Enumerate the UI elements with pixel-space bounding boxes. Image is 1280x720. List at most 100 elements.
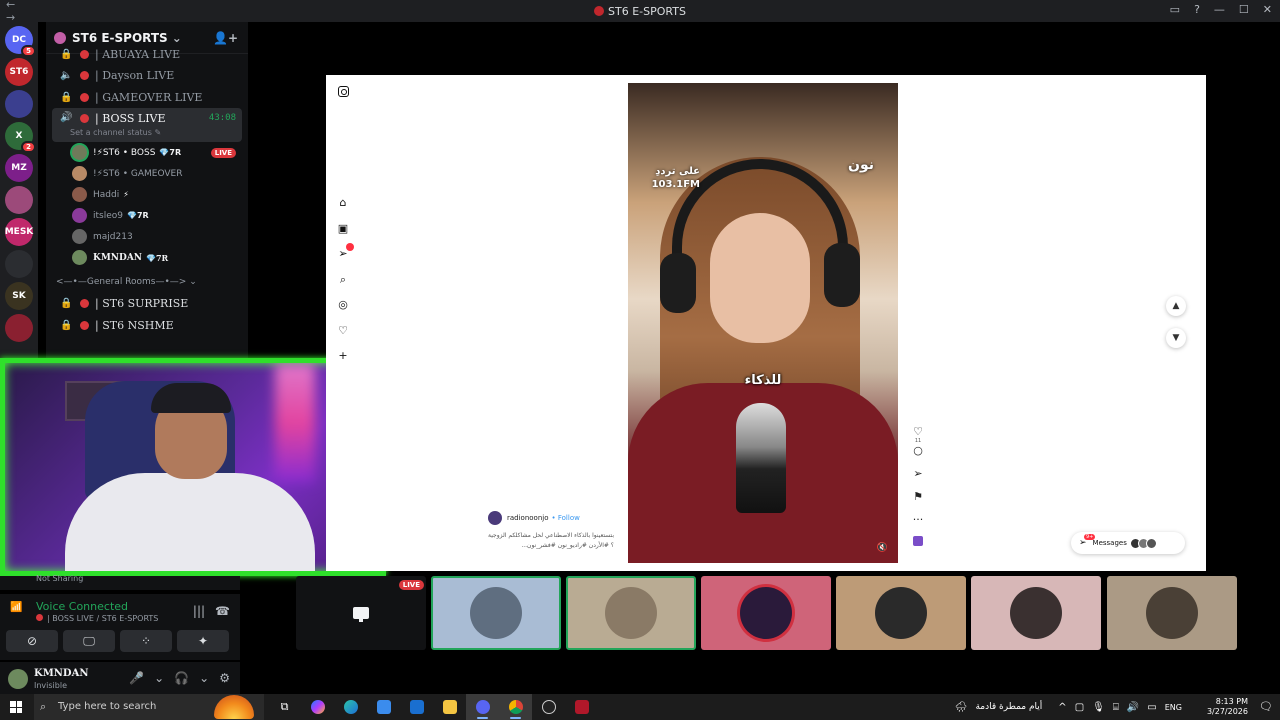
heart-icon[interactable]: ♡ <box>336 324 350 338</box>
next-reel-button[interactable]: ▼ <box>1166 328 1186 348</box>
participant-tile[interactable] <box>1107 576 1237 650</box>
voice-channel-active[interactable]: 🔊 | BOSS LIVE 43:08 Set a channel status… <box>52 108 242 142</box>
voice-user[interactable]: !⚡ST6 • GAMEOVER <box>46 163 248 184</box>
help-icon[interactable]: ? <box>1194 3 1200 16</box>
avatar[interactable] <box>8 669 28 689</box>
weather-icon[interactable]: 🌧 <box>955 702 968 713</box>
server-icon[interactable]: SK <box>5 282 33 310</box>
inbox-icon[interactable]: ▭ <box>1170 3 1180 16</box>
maximize-icon[interactable]: ☐ <box>1239 3 1249 16</box>
category-header[interactable]: <—•—General Rooms—•—> ⌄ <box>46 272 248 292</box>
server-icon[interactable]: ST6 <box>5 58 33 86</box>
voice-connected-label[interactable]: Voice Connected <box>36 600 128 613</box>
soundboard-button[interactable]: ✦ <box>177 630 229 652</box>
voice-location[interactable]: | BOSS LIVE / ST6 E-SPORTS <box>36 614 158 623</box>
voice-user[interactable]: majd213 <box>46 226 248 247</box>
clock[interactable]: 8:13 PM 3/27/2026 <box>1192 697 1248 717</box>
more-options-icon[interactable]: ··· <box>911 513 925 536</box>
store-button[interactable] <box>367 694 400 720</box>
username[interactable]: KMNDAN <box>34 668 88 679</box>
server-icon[interactable]: MESK <box>5 218 33 246</box>
noise-suppression-icon[interactable]: ||| <box>193 604 205 618</box>
messages-pill[interactable]: ➢ 9+ Messages <box>1071 532 1185 554</box>
tray-app-icon[interactable]: ▢ <box>1075 702 1084 713</box>
disconnect-icon[interactable]: ☎ <box>215 604 230 618</box>
app-button[interactable] <box>565 694 598 720</box>
voice-user[interactable]: !⚡ST6 • BOSS 💎7R LIVE <box>46 142 248 163</box>
volume-icon[interactable]: 🔊 <box>1127 702 1139 713</box>
create-icon[interactable]: + <box>336 349 350 363</box>
share-icon[interactable]: ➢ <box>911 467 925 490</box>
author-name[interactable]: radionoonjo <box>507 514 549 522</box>
voice-user[interactable]: itsleo9 💎7R <box>46 205 248 226</box>
task-view-button[interactable]: ⧉ <box>268 694 301 720</box>
file-explorer-button[interactable] <box>433 694 466 720</box>
camera-off-button[interactable]: ⊘ <box>6 630 58 652</box>
weather-text[interactable]: أيام ممطرة قادمة <box>975 702 1042 712</box>
settings-gear-icon[interactable]: ⚙ <box>219 671 230 685</box>
voice-channel[interactable]: 🔒 | ST6 SURPRISE <box>52 292 242 314</box>
chevron-up-icon[interactable]: ^ <box>1058 702 1066 713</box>
screen-share-tile[interactable]: LIVE <box>296 576 426 650</box>
discord-button[interactable] <box>466 694 499 720</box>
search-icon[interactable]: ⌕ <box>336 273 350 287</box>
chrome-button[interactable] <box>499 694 532 720</box>
headphones-icon[interactable]: 🎧 <box>174 671 189 685</box>
app-button[interactable] <box>532 694 565 720</box>
history-nav-arrows[interactable]: ← → <box>6 0 46 24</box>
minimize-icon[interactable]: — <box>1214 3 1225 16</box>
home-icon[interactable]: ⌂ <box>336 196 350 210</box>
chevron-down-icon[interactable]: ⌄ <box>154 671 164 685</box>
post-author[interactable]: radionoonjo • Follow <box>488 511 580 525</box>
mail-button[interactable] <box>400 694 433 720</box>
server-icon[interactable]: X2 <box>5 122 36 153</box>
author-avatar[interactable] <box>488 511 502 525</box>
voice-user[interactable]: Haddi ⚡ <box>46 184 248 205</box>
previous-reel-button[interactable]: ▲ <box>1166 296 1186 316</box>
notification-center-button[interactable]: 🗨 <box>1256 694 1276 720</box>
close-icon[interactable]: ✕ <box>1263 3 1272 16</box>
copilot-button[interactable] <box>301 694 334 720</box>
server-icon[interactable] <box>5 186 33 214</box>
signal-icon[interactable]: 📶 <box>10 602 22 613</box>
taskbar-search[interactable]: ⌕ Type here to search <box>34 694 264 720</box>
participant-tile[interactable] <box>701 576 831 650</box>
language-indicator[interactable]: ENG <box>1165 703 1182 712</box>
share-screen-button[interactable]: 🖵 <box>63 630 115 652</box>
bookmark-icon[interactable]: ⚑ <box>911 490 925 513</box>
server-icon[interactable] <box>5 314 33 342</box>
participant-tile[interactable] <box>971 576 1101 650</box>
voice-channel[interactable]: 🔒 | GAMEOVER LIVE <box>52 86 242 108</box>
participant-tile[interactable] <box>431 576 561 650</box>
voice-channel[interactable]: 🔒 | ABUAYA LIVE <box>52 44 242 64</box>
server-icon[interactable] <box>5 250 33 278</box>
participant-tile[interactable] <box>566 576 696 650</box>
participant-tile[interactable] <box>836 576 966 650</box>
microphone-icon[interactable]: 🎤 <box>129 671 144 685</box>
follow-link[interactable]: • Follow <box>552 514 580 522</box>
messages-icon[interactable]: ➢ <box>336 243 354 261</box>
channel-status-prompt[interactable]: Set a channel status ✎ <box>70 128 161 137</box>
server-icon[interactable]: DC 5 <box>5 26 36 57</box>
reel-video[interactable]: على ترددِ 103.1FM نون للذكاء 🔇 <box>628 83 898 563</box>
instagram-logo-icon[interactable] <box>338 86 349 97</box>
invite-people-icon[interactable]: 👤+ <box>213 31 238 45</box>
voice-user[interactable]: KMNDAN 💎7R <box>46 247 248 268</box>
voice-channel[interactable]: 🔒 | ST6 NSHME <box>52 314 242 336</box>
stream-view[interactable]: ⌂ ▣ ➢ ⌕ ◎ ♡ + على ترددِ 103.1FM نون للذك… <box>326 75 1206 571</box>
start-button[interactable] <box>10 701 22 713</box>
mute-icon[interactable]: 🔇 <box>877 543 888 553</box>
server-icon[interactable] <box>5 90 33 118</box>
voice-channel[interactable]: 🔈 | Dayson LIVE <box>52 64 242 86</box>
edge-button[interactable] <box>334 694 367 720</box>
server-icon[interactable]: MZ <box>5 154 33 182</box>
reels-icon[interactable]: ▣ <box>336 222 350 236</box>
comment-icon[interactable]: ○ <box>911 444 925 467</box>
chevron-down-icon[interactable]: ⌄ <box>199 671 209 685</box>
activities-button[interactable]: ⁘ <box>120 630 172 652</box>
battery-icon[interactable]: ▭ <box>1147 702 1156 713</box>
network-icon[interactable]: ⌸ <box>1113 702 1119 713</box>
microphone-icon[interactable]: 🎙 <box>1092 702 1105 713</box>
explore-icon[interactable]: ◎ <box>336 298 350 312</box>
audio-thumbnail-icon[interactable] <box>913 536 923 546</box>
